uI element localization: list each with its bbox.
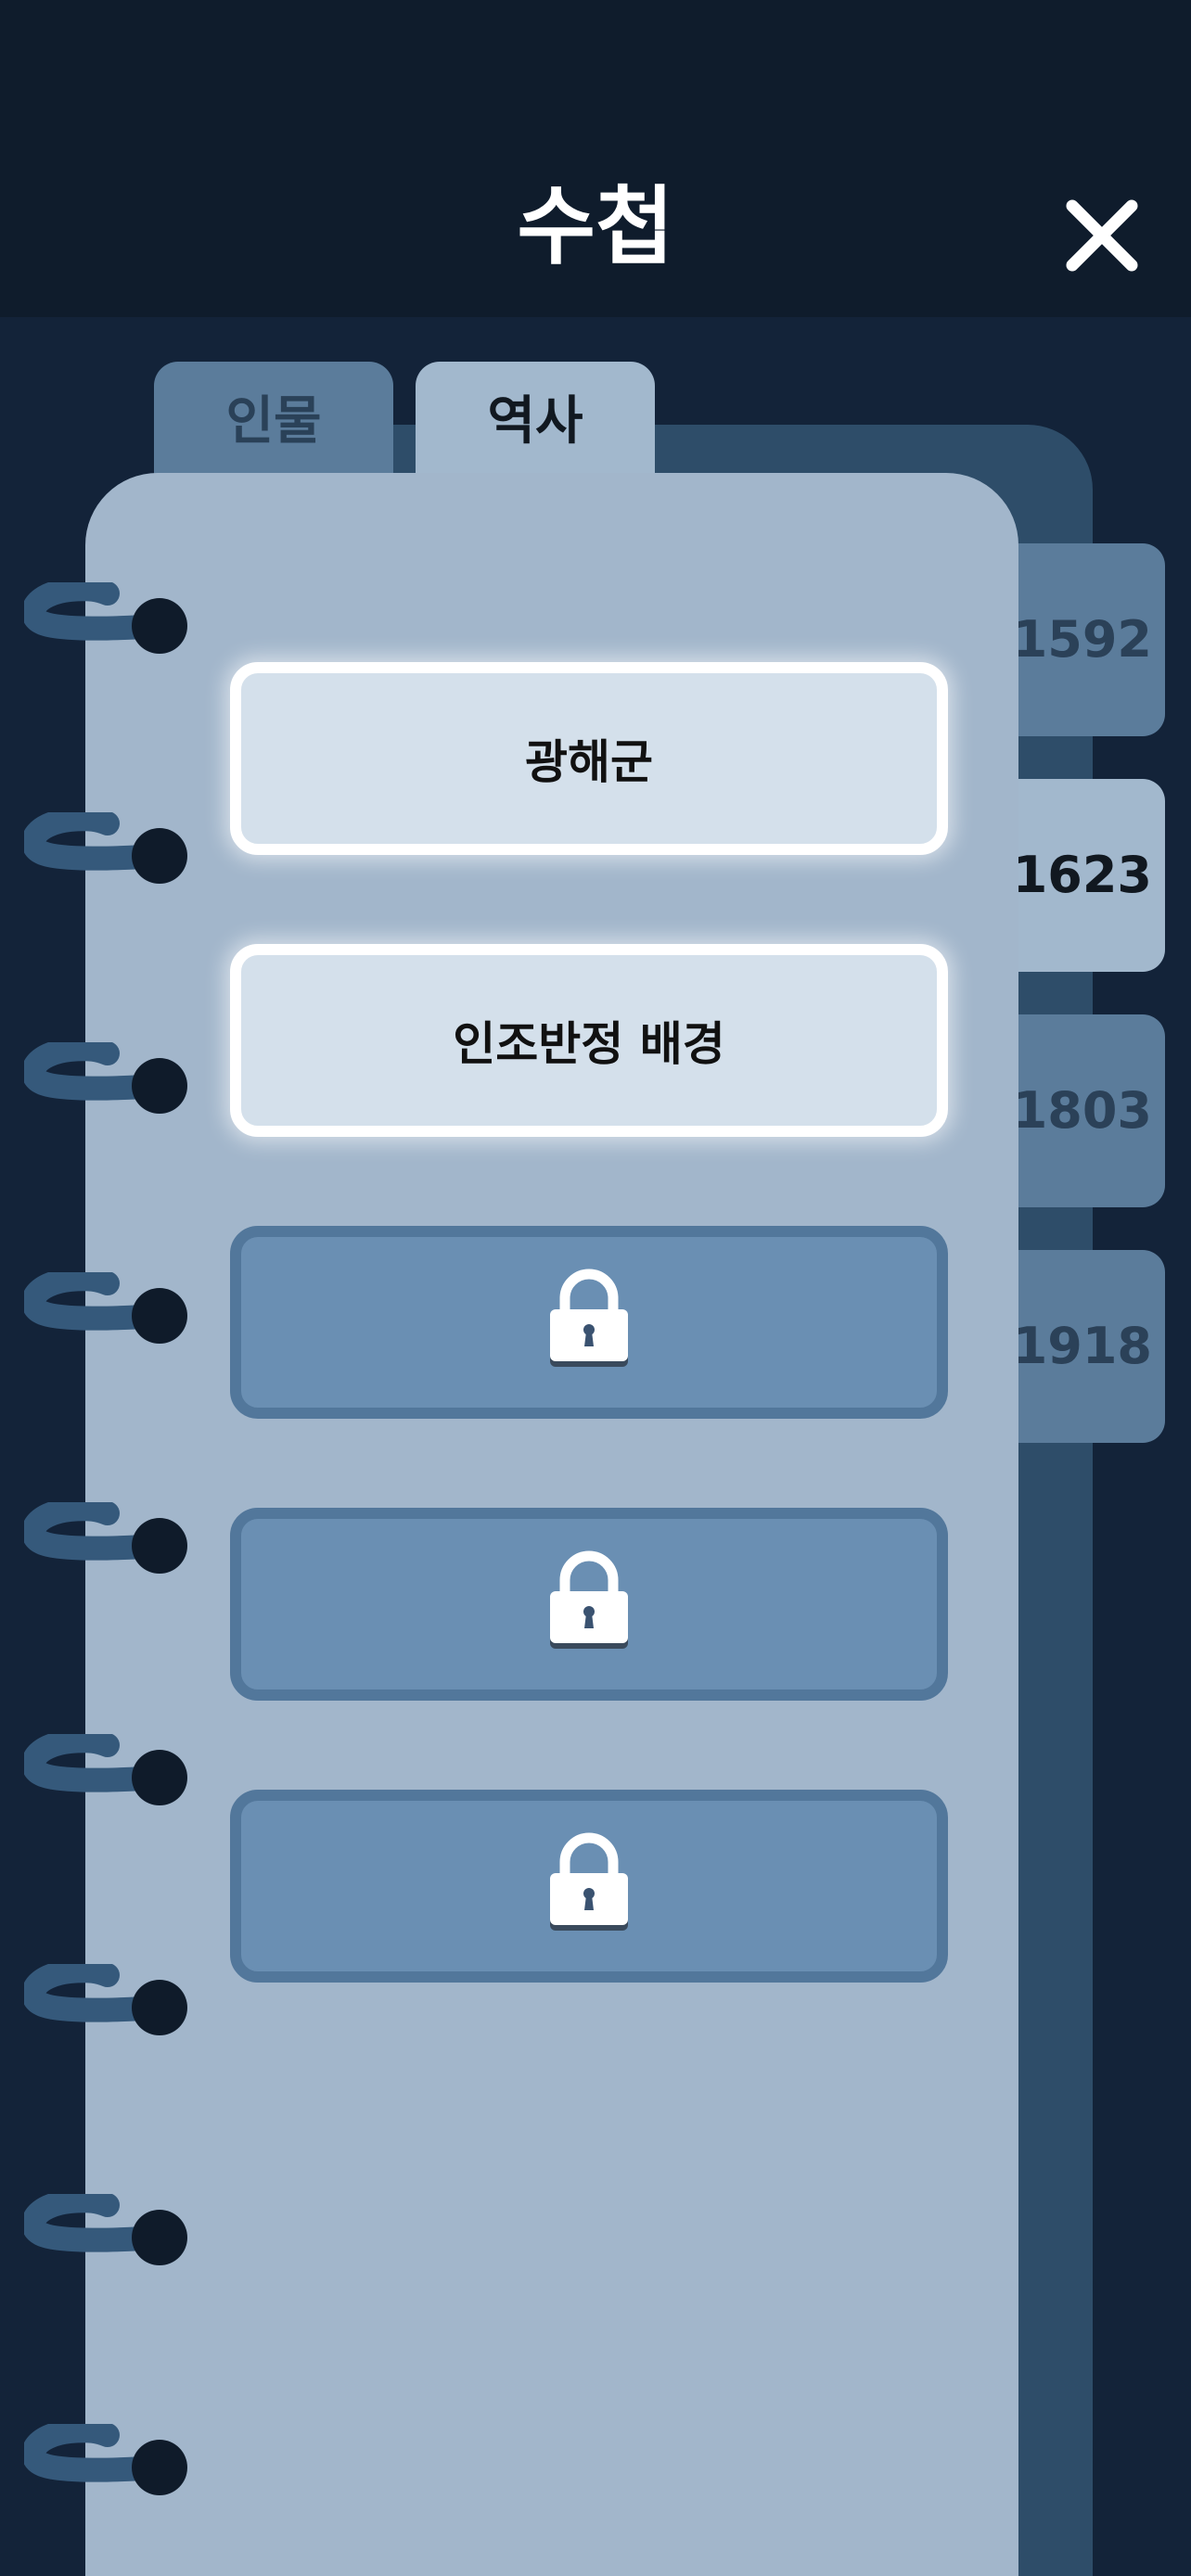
binder-ring-icon bbox=[24, 1502, 187, 1574]
close-button[interactable] bbox=[1057, 191, 1146, 280]
binder-ring-icon bbox=[24, 1272, 187, 1344]
lock-icon bbox=[550, 1269, 628, 1367]
lock-icon bbox=[550, 1832, 628, 1931]
entry-gwanghaegun[interactable]: 광해군 bbox=[230, 662, 948, 855]
binder-ring-icon bbox=[24, 812, 187, 884]
binder-ring-icon bbox=[24, 582, 187, 654]
entry-locked[interactable] bbox=[230, 1508, 948, 1701]
entry-label: 인조반정 배경 bbox=[453, 1017, 725, 1071]
binder-ring-icon bbox=[24, 2424, 187, 2495]
entry-injo-coup-background[interactable]: 인조반정 배경 bbox=[230, 944, 948, 1137]
binder-ring-icon bbox=[24, 1734, 187, 1805]
entry-locked[interactable] bbox=[230, 1790, 948, 1983]
binder-ring-icon bbox=[24, 2194, 187, 2265]
close-icon bbox=[1066, 199, 1138, 272]
lock-icon bbox=[550, 1550, 628, 1649]
entry-locked[interactable] bbox=[230, 1226, 948, 1419]
page-title: 수첩 bbox=[517, 177, 674, 276]
binder-ring-icon bbox=[24, 1964, 187, 2035]
notebook-screen: 수첩 인물 역사 1592 1623 1803 1918 광해군 인조반정 배경 bbox=[0, 0, 1191, 2576]
binder-ring-icon bbox=[24, 1042, 187, 1114]
entry-label: 광해군 bbox=[525, 735, 653, 789]
header-bar: 수첩 bbox=[0, 0, 1191, 317]
